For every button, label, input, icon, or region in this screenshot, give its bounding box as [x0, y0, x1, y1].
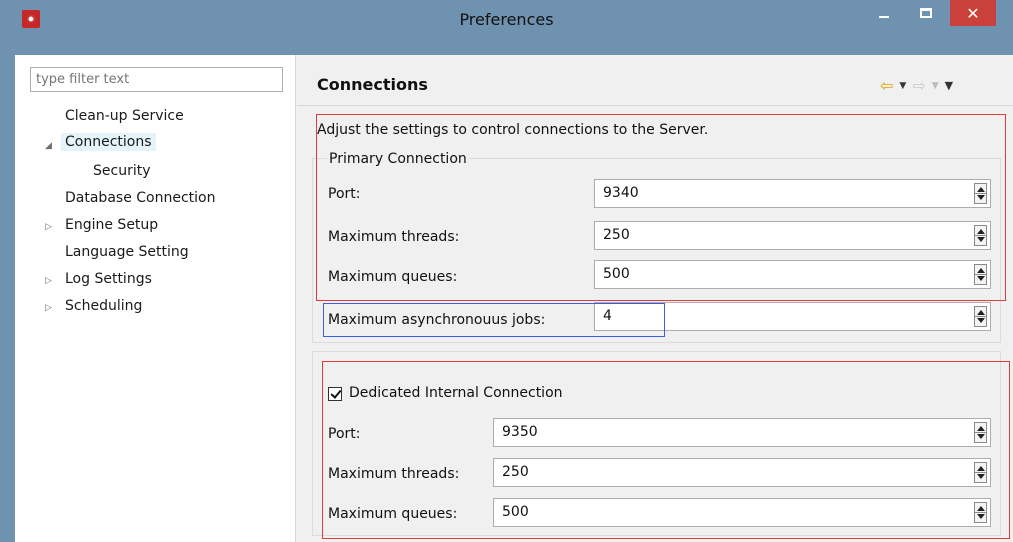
minimize-button[interactable] [871, 0, 897, 26]
collapsed-arrow-icon[interactable]: ▷ [45, 276, 52, 286]
maximize-button[interactable] [913, 0, 939, 26]
close-button[interactable]: ✕ [950, 0, 996, 26]
expanded-arrow-icon[interactable]: ◢ [45, 141, 52, 151]
collapsed-arrow-icon[interactable]: ▷ [45, 222, 52, 232]
page-navigation: ⇦ ▼ ⇨ ▼ ▼ [880, 76, 953, 95]
spin-buttons[interactable] [974, 306, 987, 327]
page-title: Connections [317, 75, 428, 94]
dialog-content: Clean-up Service ◢ Connections Security … [15, 55, 1013, 542]
window-title: Preferences [459, 10, 554, 29]
forward-menu-chevron-icon[interactable]: ▼ [932, 81, 939, 91]
internal-highlight-box [322, 361, 1010, 539]
tree-item-security[interactable]: Security [93, 163, 151, 179]
collapsed-arrow-icon[interactable]: ▷ [45, 303, 52, 313]
spin-down-icon[interactable] [977, 318, 985, 323]
title-separator [297, 105, 1013, 106]
tree-item-clean-up-service[interactable]: Clean-up Service [65, 108, 184, 124]
view-menu-chevron-icon[interactable]: ▼ [945, 79, 953, 92]
tree-item-engine-setup[interactable]: Engine Setup [65, 217, 158, 233]
tree-item-language-setting[interactable]: Language Setting [65, 244, 189, 260]
maximize-icon [920, 8, 932, 18]
tree-item-log-settings[interactable]: Log Settings [65, 271, 152, 287]
connections-page: Connections ⇦ ▼ ⇨ ▼ ▼ Adjust the setting… [297, 55, 1013, 542]
back-arrow-icon[interactable]: ⇦ [880, 76, 893, 95]
spin-up-icon[interactable] [977, 310, 985, 315]
tree-item-connections[interactable]: Connections [61, 133, 156, 151]
minimize-icon [879, 16, 889, 18]
primary-highlight-box [316, 114, 1006, 301]
tree-item-database-connection[interactable]: Database Connection [65, 190, 215, 206]
filter-input[interactable] [30, 67, 283, 92]
async-highlight-box [323, 303, 665, 337]
back-menu-chevron-icon[interactable]: ▼ [899, 81, 906, 91]
title-bar[interactable]: Preferences ✕ [0, 0, 1013, 55]
tree-item-scheduling[interactable]: Scheduling [65, 298, 142, 314]
close-icon: ✕ [966, 3, 980, 23]
preference-tree-pane: Clean-up Service ◢ Connections Security … [15, 55, 296, 542]
forward-arrow-icon[interactable]: ⇨ [912, 76, 925, 95]
preferences-window: Preferences ✕ Clean-up Service ◢ Connect… [0, 0, 1013, 542]
